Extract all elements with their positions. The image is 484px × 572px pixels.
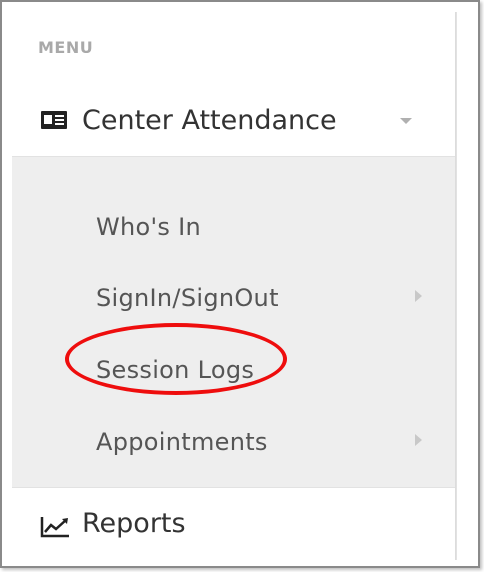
submenu-item-signin-signout[interactable]: SignIn/SignOut bbox=[96, 284, 279, 312]
sidebar: MENU Center Attendance Who's In SignIn/S… bbox=[12, 12, 456, 560]
caret-down-icon bbox=[400, 118, 412, 124]
content-edge bbox=[456, 12, 473, 560]
chevron-right-icon bbox=[415, 434, 422, 446]
sidebar-section-label: Center Attendance bbox=[82, 105, 337, 136]
sidebar-item-reports[interactable]: Reports bbox=[12, 497, 455, 557]
id-card-icon bbox=[41, 111, 67, 129]
chevron-right-icon bbox=[415, 290, 422, 302]
sidebar-item-label: Reports bbox=[82, 508, 186, 539]
submenu-item-whos-in[interactable]: Who's In bbox=[96, 213, 201, 241]
submenu-item-session-logs[interactable]: Session Logs bbox=[96, 356, 254, 384]
sidebar-section-center-attendance[interactable]: Center Attendance bbox=[12, 90, 455, 154]
submenu-item-appointments[interactable]: Appointments bbox=[96, 428, 268, 456]
screenshot-frame: MENU Center Attendance Who's In SignIn/S… bbox=[0, 0, 480, 568]
menu-heading: MENU bbox=[38, 38, 94, 57]
submenu-center-attendance: Who's In SignIn/SignOut Session Logs App… bbox=[12, 156, 455, 488]
line-chart-icon bbox=[40, 517, 69, 538]
